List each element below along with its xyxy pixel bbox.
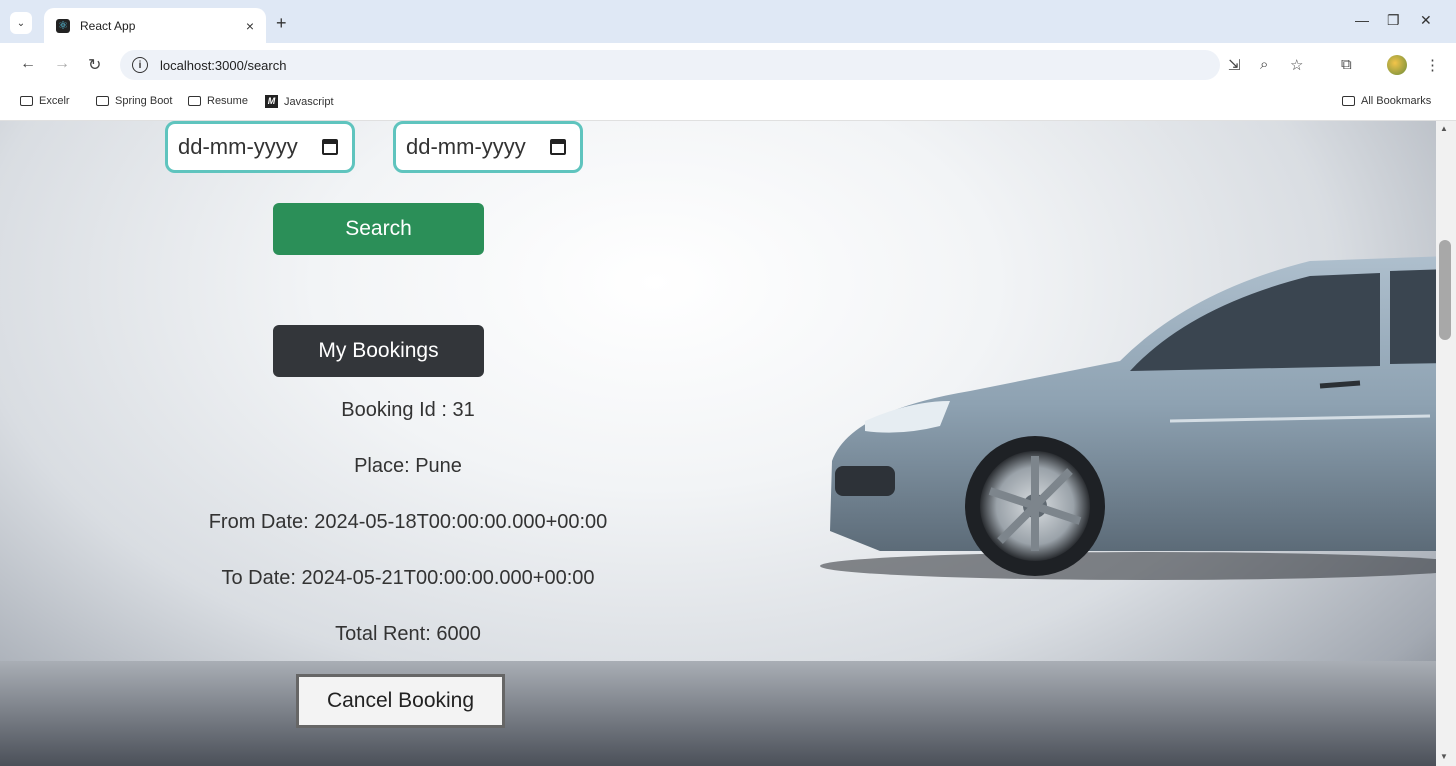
to-date-placeholder: dd-mm-yyyy (406, 134, 526, 159)
bookmark-label: Javascript (284, 95, 334, 108)
minimize-icon[interactable]: — (1355, 12, 1369, 28)
tab-title: React App (80, 18, 136, 33)
address-bar[interactable]: i localhost:3000/search (120, 50, 1220, 80)
browser-toolbar: ← → ↻ i localhost:3000/search ⇲ ⌕ ☆ ⧉ ⋮ (0, 43, 1456, 88)
bookmark-label: Excelr (39, 95, 70, 107)
cast-icon[interactable]: ⇲ (1228, 56, 1241, 74)
scroll-up-icon[interactable]: ▲ (1440, 124, 1448, 133)
scrollbar[interactable] (1436, 121, 1456, 766)
forward-icon[interactable]: → (54, 55, 70, 73)
page-content: dd-mm-yyyy dd-mm-yyyy Search My Bookings… (0, 121, 1456, 766)
site-info-icon[interactable]: i (132, 57, 148, 73)
all-bookmarks[interactable]: All Bookmarks (1342, 95, 1431, 107)
bookmark-label: Resume (207, 95, 248, 107)
reload-icon[interactable]: ↻ (88, 55, 101, 75)
extensions-icon[interactable]: ⧉ (1341, 56, 1352, 73)
bookmark-star-icon[interactable]: ☆ (1290, 56, 1303, 74)
profile-avatar[interactable] (1387, 55, 1407, 75)
folder-icon (20, 96, 33, 106)
bookmark-label: Spring Boot (115, 95, 173, 107)
folder-icon (188, 96, 201, 106)
bookmark-excelr[interactable]: Excelr (20, 95, 70, 107)
car-image (820, 256, 1450, 580)
new-tab-button[interactable]: + (276, 13, 287, 34)
to-date-input[interactable]: dd-mm-yyyy (393, 121, 583, 173)
booking-total-rent: Total Rent: 6000 (335, 623, 481, 645)
browser-tab[interactable]: ⚛ React App × (44, 8, 266, 43)
url-text: localhost:3000/search (160, 57, 287, 73)
folder-icon (96, 96, 109, 106)
close-window-icon[interactable]: ✕ (1420, 12, 1432, 29)
booking-to-date: To Date: 2024-05-21T00:00:00.000+00:00 (221, 567, 595, 589)
tab-strip: ⌄ ⚛ React App × + — ❐ ✕ (0, 0, 1456, 43)
bookmark-spring-boot[interactable]: Spring Boot (96, 95, 172, 107)
scroll-down-icon[interactable]: ▼ (1440, 752, 1448, 761)
folder-icon (1342, 96, 1355, 106)
restore-icon[interactable]: ❐ (1387, 12, 1400, 29)
bookmarks-bar: Excelr Spring Boot Resume M Javascript A… (0, 88, 1456, 121)
my-bookings-button[interactable]: My Bookings (273, 325, 484, 377)
back-icon[interactable]: ← (20, 55, 36, 73)
from-date-placeholder: dd-mm-yyyy (178, 134, 298, 159)
booking-id: Booking Id : 31 (341, 399, 475, 421)
scrollbar-thumb[interactable] (1439, 240, 1451, 340)
tab-search-button[interactable]: ⌄ (10, 12, 32, 34)
from-date-input[interactable]: dd-mm-yyyy (165, 121, 355, 173)
bookmark-javascript[interactable]: M Javascript (265, 95, 334, 108)
search-button[interactable]: Search (273, 203, 484, 255)
bookmark-resume[interactable]: Resume (188, 95, 248, 107)
all-bookmarks-label: All Bookmarks (1361, 95, 1432, 107)
booking-place: Place: Pune (354, 455, 462, 477)
menu-icon[interactable]: ⋮ (1425, 56, 1440, 74)
booking-from-date: From Date: 2024-05-18T00:00:00.000+00:00 (208, 511, 608, 533)
tab-close-button[interactable]: × (246, 18, 254, 34)
calendar-icon[interactable] (550, 139, 566, 155)
background-floor (0, 661, 1456, 766)
calendar-icon[interactable] (322, 139, 338, 155)
react-favicon-icon: ⚛ (56, 18, 70, 33)
zoom-icon[interactable]: ⌕ (1260, 56, 1268, 73)
cancel-booking-button[interactable]: Cancel Booking (296, 674, 505, 728)
m-logo-icon: M (265, 95, 278, 108)
